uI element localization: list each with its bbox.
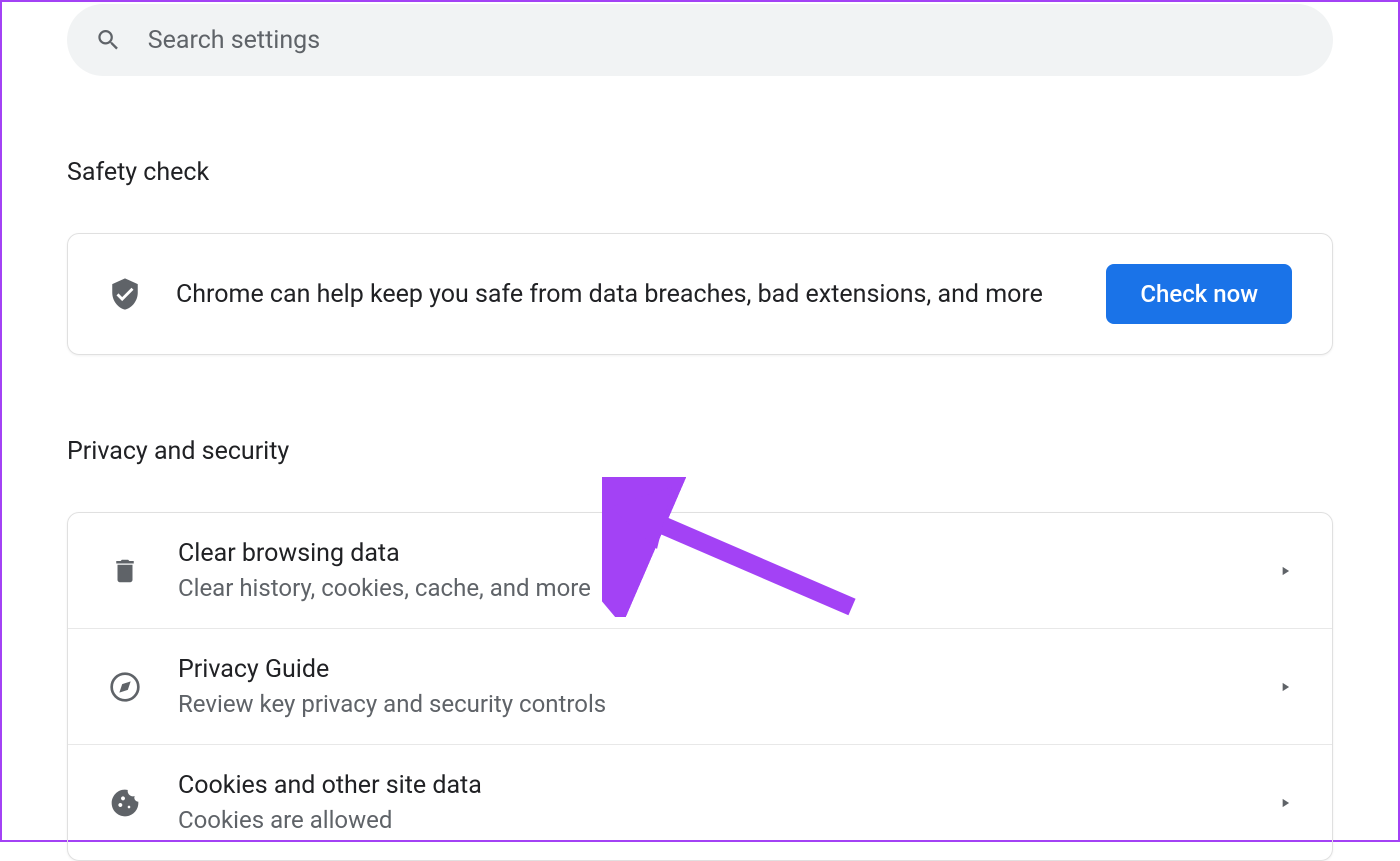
chevron-right-icon [1278,680,1292,694]
cookie-icon [108,786,142,820]
privacy-security-card: Clear browsing data Clear history, cooki… [67,512,1333,861]
row-subtitle: Clear history, cookies, cache, and more [178,574,1278,602]
row-title: Privacy Guide [178,655,1278,684]
compass-icon [108,670,142,704]
safety-check-description: Chrome can help keep you safe from data … [176,280,1106,309]
safety-check-title: Safety check [67,158,1333,187]
safety-check-card: Chrome can help keep you safe from data … [67,233,1333,355]
row-subtitle: Cookies are allowed [178,806,1278,834]
search-input[interactable] [148,26,1305,55]
row-title: Clear browsing data [178,539,1278,568]
clear-browsing-data-row[interactable]: Clear browsing data Clear history, cooki… [68,513,1332,629]
row-title: Cookies and other site data [178,771,1278,800]
check-now-button[interactable]: Check now [1106,264,1292,324]
privacy-security-title: Privacy and security [67,437,1333,466]
cookies-row[interactable]: Cookies and other site data Cookies are … [68,745,1332,860]
shield-check-icon [108,275,142,313]
privacy-guide-row[interactable]: Privacy Guide Review key privacy and sec… [68,629,1332,745]
row-subtitle: Review key privacy and security controls [178,690,1278,718]
search-icon [95,26,122,54]
trash-icon [108,554,142,588]
search-bar[interactable] [67,4,1333,76]
chevron-right-icon [1278,796,1292,810]
chevron-right-icon [1278,564,1292,578]
